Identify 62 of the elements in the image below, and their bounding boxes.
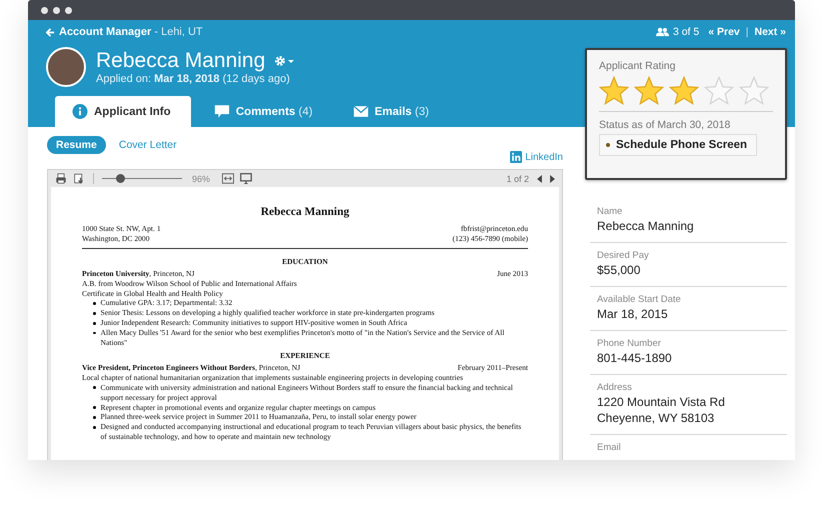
bullet-icon — [93, 302, 96, 305]
star-icon — [669, 76, 699, 105]
star-icon — [599, 76, 629, 105]
field-label: Email — [597, 442, 622, 454]
field-label: Available Start Date — [597, 294, 682, 306]
bullet-icon — [93, 426, 96, 429]
monitor-icon[interactable] — [240, 173, 252, 184]
page-indicator: 1 of 2 — [506, 174, 529, 184]
next-link[interactable]: Next » — [754, 26, 786, 38]
field-label: Address — [597, 382, 633, 394]
next-page-icon[interactable] — [550, 174, 555, 182]
speech-bubble-icon — [214, 104, 230, 119]
resume-name: Rebecca Manning — [260, 205, 350, 219]
star-rating[interactable] — [599, 76, 769, 105]
gear-dropdown-icon[interactable] — [274, 55, 296, 67]
bullet-icon — [93, 312, 96, 315]
bullet-icon — [93, 406, 96, 409]
document-tab[interactable]: Resume — [47, 136, 106, 154]
applicant-name: Rebecca Manning — [96, 49, 266, 73]
people-icon — [656, 27, 669, 37]
back-link[interactable]: Account Manager - Lehi, UT — [46, 26, 583, 38]
download-icon[interactable] — [73, 173, 85, 184]
star-icon — [739, 76, 769, 105]
applicant-position: 3 of 5 — [672, 26, 700, 38]
field-label: Phone Number — [597, 338, 662, 350]
field-value: 801-445-1890 — [597, 350, 673, 366]
fit-width-icon[interactable] — [222, 173, 234, 184]
bullet-icon — [93, 416, 96, 419]
status-dropdown[interactable]: Schedule Phone Screen — [599, 134, 757, 156]
print-icon[interactable] — [55, 173, 67, 184]
field-value: 1220 Mountain Vista Rd — [597, 394, 726, 410]
info-icon — [72, 104, 88, 119]
avatar — [46, 47, 86, 87]
star-icon — [704, 76, 734, 105]
envelope-icon — [352, 104, 369, 119]
window-dot-icon — [41, 6, 48, 14]
linkedin-icon — [510, 151, 522, 163]
rating-title: Applicant Rating — [599, 60, 676, 72]
bullet-icon — [93, 322, 96, 325]
field-value: Cheyenne, WY 58103 — [597, 410, 716, 426]
window-dot-icon — [53, 6, 60, 14]
applied-date: Applied on: Mar 18, 2018 (12 days ago) — [96, 73, 291, 85]
previous-page-icon[interactable] — [537, 174, 542, 182]
window-dot-icon — [65, 6, 72, 14]
tab[interactable]: Emails (3) — [336, 96, 446, 127]
status-date: Status as of March 30, 2018 — [599, 119, 732, 131]
zoom-level: 96% — [192, 174, 210, 184]
tab[interactable]: Comments (4) — [196, 96, 330, 127]
document-tab[interactable]: Cover Letter — [110, 136, 186, 154]
field-value: Mar 18, 2015 — [597, 306, 669, 322]
field-label: Name — [597, 206, 624, 218]
bullet-icon — [93, 332, 96, 334]
field-value: Rebecca Manning — [597, 218, 695, 234]
tab[interactable]: Applicant Info — [55, 96, 191, 127]
field-value: $55,000 — [597, 262, 642, 278]
linkedin-link[interactable]: LinkedIn — [510, 151, 563, 163]
separator: | — [746, 26, 748, 38]
field-label: Desired Pay — [597, 250, 650, 262]
prev-link[interactable]: « Prev — [708, 26, 740, 38]
bullet-icon — [93, 386, 96, 389]
back-arrow-icon — [46, 28, 55, 36]
star-icon — [634, 76, 664, 105]
